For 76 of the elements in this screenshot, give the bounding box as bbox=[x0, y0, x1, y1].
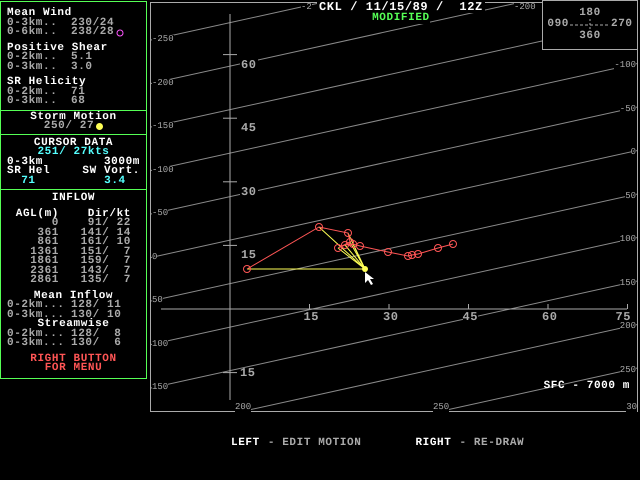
table-cell-text: 1861 bbox=[29, 257, 59, 266]
axis-label: 60 bbox=[240, 58, 258, 71]
axis-label: 75 bbox=[616, 312, 632, 322]
contour-label: 30 bbox=[626, 403, 637, 412]
dot-icon bbox=[96, 123, 104, 130]
contour-label: 200 bbox=[620, 322, 636, 331]
contour-label: -200 bbox=[152, 78, 174, 88]
axis-label: 45 bbox=[462, 312, 478, 322]
value-text: 5.1 bbox=[71, 53, 93, 62]
value-text: 71 bbox=[71, 88, 86, 97]
layer-label: 0-3km... bbox=[7, 310, 65, 320]
mouse-button-label: LEFT bbox=[231, 439, 260, 448]
value-text: 71 bbox=[21, 176, 36, 186]
contour-label: 150 bbox=[620, 278, 636, 288]
value-text: 3.0 bbox=[71, 62, 93, 72]
layer-label: 0-3km bbox=[7, 158, 44, 167]
contour-label: 200 bbox=[235, 403, 252, 412]
contour-label: -250 bbox=[152, 35, 174, 44]
value-text: 130/ 10 bbox=[71, 310, 122, 320]
value-text: 3000m bbox=[104, 158, 140, 167]
section-heading: Mean Wind bbox=[7, 9, 72, 18]
circle-marker-icon bbox=[116, 28, 124, 36]
menu-hint-text: FOR MENU bbox=[44, 364, 102, 374]
field-label: SW Vort. bbox=[82, 167, 140, 176]
value-text: 128/ 11 bbox=[71, 301, 122, 310]
axis-label: 15 bbox=[240, 366, 256, 379]
contour-label: 150 bbox=[152, 383, 168, 392]
compass-label: 090 bbox=[547, 20, 569, 30]
contour-label: -200 bbox=[514, 3, 536, 12]
contour-label: 250 bbox=[620, 366, 636, 374]
value-text: 3.4 bbox=[104, 176, 126, 186]
action-text: - RE-DRAW bbox=[459, 439, 524, 448]
contour-label: 0 bbox=[630, 148, 636, 157]
contour-label: 100 bbox=[152, 340, 168, 348]
value-text: 68 bbox=[71, 97, 86, 106]
contour-label: 100 bbox=[620, 235, 636, 244]
field-label: SR Hel bbox=[7, 167, 50, 176]
column-header: AGL(m) bbox=[14, 210, 59, 219]
layer-label: 0-3km.. bbox=[7, 97, 58, 106]
cursor-icon bbox=[365, 272, 374, 286]
table-cell-text: 0 bbox=[52, 219, 59, 228]
table-cell-text: 361 bbox=[36, 228, 59, 238]
table-cell-text: 1361 bbox=[29, 248, 59, 257]
contour-label: -100 bbox=[152, 166, 174, 174]
plot-title: CKL / 11/15/89 / 12Z bbox=[317, 1, 485, 13]
axis-label: 15 bbox=[240, 249, 258, 262]
table-cell-text: 861 bbox=[37, 238, 59, 248]
contour-label: -50 bbox=[620, 104, 636, 114]
status-text: MODIFIED bbox=[372, 13, 430, 24]
contour-label: -50 bbox=[152, 209, 168, 218]
compass-label: 270 bbox=[611, 20, 633, 30]
contour-label: -150 bbox=[152, 122, 174, 131]
axis-label: 60 bbox=[542, 312, 558, 322]
contour-label: 0 bbox=[152, 252, 158, 262]
contour-label: -100 bbox=[614, 61, 636, 70]
contour-label: 50 bbox=[625, 192, 636, 200]
contour-label: -2 bbox=[301, 3, 312, 12]
table-cell-text: 2361 bbox=[29, 266, 59, 276]
contour-label: 50 bbox=[152, 296, 163, 305]
menu-hint-text: RIGHT BUTTON bbox=[30, 354, 117, 364]
axis-label: 15 bbox=[304, 312, 320, 322]
contour-label: 250 bbox=[433, 403, 450, 412]
height-range-text: SFC - 7000 m bbox=[544, 381, 630, 391]
action-text: - EDIT MOTION bbox=[268, 439, 362, 448]
mouse-button-label: RIGHT bbox=[415, 439, 452, 448]
crosshair-icon bbox=[569, 19, 611, 31]
axis-label: 30 bbox=[383, 312, 399, 322]
section-heading: SR Helicity bbox=[7, 78, 88, 88]
compass-label: 360 bbox=[579, 32, 601, 42]
table-cell-text: 91/ 22 bbox=[88, 219, 131, 228]
layer-label: 0-3km.. bbox=[7, 62, 58, 72]
section-heading: INFLOW bbox=[50, 194, 96, 204]
table-cell-text: 2861 bbox=[29, 276, 59, 286]
axis-label: 30 bbox=[240, 186, 258, 198]
axis-label: 45 bbox=[240, 122, 258, 134]
compass-label: 180 bbox=[579, 8, 601, 18]
